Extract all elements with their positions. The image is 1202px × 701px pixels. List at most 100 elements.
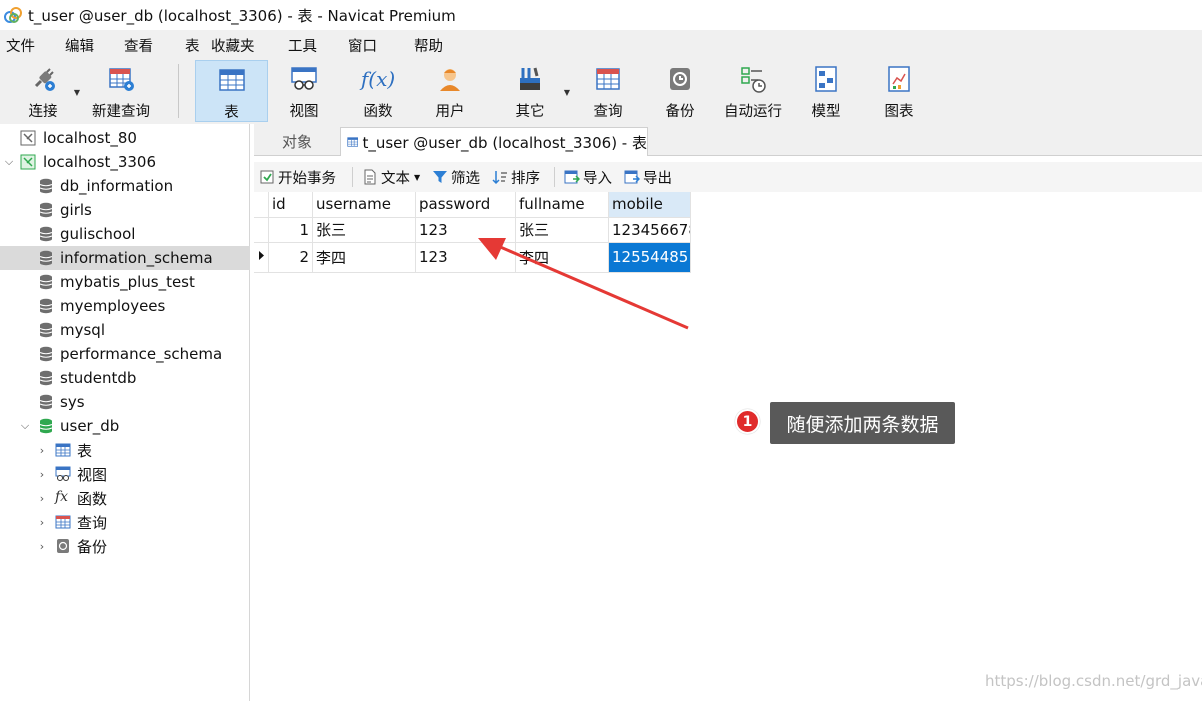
menu-edit[interactable]: 编辑 (65, 35, 94, 56)
database-icon (39, 298, 53, 314)
tree-item-label: localhost_80 (43, 129, 137, 147)
annotation-number-badge: 1 (735, 409, 760, 434)
tree-item-localhost-80[interactable]: localhost_80 (0, 126, 250, 150)
text-button[interactable]: 文本 ▼ (362, 167, 420, 187)
column-header-fullname[interactable]: fullname (515, 192, 609, 218)
tree-item-mybatis-plus-test[interactable]: mybatis_plus_test (0, 270, 250, 294)
database-icon (39, 250, 53, 266)
tab-objects[interactable]: 对象 (254, 127, 340, 156)
tree-item-functions[interactable]: › fx 函数 (0, 486, 250, 510)
connect-button[interactable]: 连接 ▼ (20, 60, 80, 122)
new-query-icon (106, 64, 136, 94)
menu-tools[interactable]: 工具 (288, 35, 317, 56)
tree-item-label: girls (60, 201, 92, 219)
chevron-down-icon[interactable]: ▼ (74, 88, 80, 97)
tab-t-user[interactable]: t_user @user_db (localhost_3306) - 表 (340, 127, 648, 156)
chevron-right-icon[interactable]: › (36, 444, 48, 457)
row-marker-header (254, 192, 269, 218)
tree-item-label: 查询 (77, 513, 108, 532)
new-query-button[interactable]: 新建查询 (88, 60, 154, 122)
database-icon (39, 322, 53, 338)
chevron-right-icon[interactable]: › (36, 468, 48, 481)
text-label: 文本 (381, 170, 410, 187)
import-button[interactable]: 导入 (564, 167, 612, 187)
tree-item-myemployees[interactable]: myemployees (0, 294, 250, 318)
tree-item-label: studentdb (60, 369, 137, 387)
tree-item-label: sys (60, 393, 85, 411)
chevron-down-icon[interactable]: ▼ (414, 173, 420, 182)
table-button[interactable]: 表 (195, 60, 268, 122)
cell-id[interactable]: 1 (268, 217, 313, 243)
menu-favorites[interactable]: 收藏夹 (211, 35, 255, 56)
current-row-marker[interactable] (254, 242, 269, 273)
tree-item-sys[interactable]: sys (0, 390, 250, 414)
tree-item-db-information[interactable]: db_information (0, 174, 250, 198)
chevron-down-icon[interactable]: ⌵ (19, 419, 31, 432)
menu-view[interactable]: 查看 (124, 35, 153, 56)
view-button[interactable]: 视图 (275, 60, 333, 122)
column-header-id[interactable]: id (268, 192, 313, 218)
tree-item-queries[interactable]: › 查询 (0, 510, 250, 534)
query-button[interactable]: 查询 (580, 60, 636, 122)
chevron-right-icon[interactable]: › (36, 492, 48, 505)
menu-bar: 文件 编辑 查看 表 收藏夹 工具 窗口 帮助 (0, 30, 1202, 58)
table-icon (217, 65, 247, 95)
column-header-mobile[interactable]: mobile (608, 192, 691, 218)
toolbar-divider (352, 167, 353, 187)
tree-item-user-db[interactable]: ⌵ user_db (0, 414, 250, 438)
sort-button[interactable]: 排序 (492, 167, 540, 187)
user-button[interactable]: 用户 (422, 60, 478, 122)
tree-item-label: performance_schema (60, 345, 223, 363)
backup-button[interactable]: 备份 (652, 60, 708, 122)
tree-item-information-schema[interactable]: information_schema (0, 246, 250, 270)
chevron-right-icon[interactable]: › (36, 516, 48, 529)
column-header-password[interactable]: password (415, 192, 516, 218)
tree-item-localhost-3306[interactable]: ⌵ localhost_3306 (0, 150, 250, 174)
database-icon (39, 346, 53, 362)
menu-help[interactable]: 帮助 (414, 35, 443, 56)
tree-item-gulischool[interactable]: gulischool (0, 222, 250, 246)
window-title: t_user @user_db (localhost_3306) - 表 - N… (28, 6, 456, 25)
tree-item-views[interactable]: › 视图 (0, 462, 250, 486)
chevron-down-icon[interactable]: ⌵ (3, 155, 15, 168)
tree-item-tables[interactable]: › 表 (0, 438, 250, 462)
filter-button[interactable]: 筛选 (432, 167, 480, 187)
database-icon (39, 226, 53, 242)
tree-item-performance-schema[interactable]: performance_schema (0, 342, 250, 366)
chart-button[interactable]: 图表 (872, 60, 926, 122)
import-icon (564, 170, 580, 184)
cell-username[interactable]: 张三 (312, 217, 416, 243)
function-icon: fx (55, 489, 69, 505)
model-button[interactable]: 模型 (800, 60, 852, 122)
view-icon (289, 64, 319, 94)
column-header-username[interactable]: username (312, 192, 416, 218)
begin-transaction-button[interactable]: 开始事务 (259, 167, 336, 187)
tree-item-studentdb[interactable]: studentdb (0, 366, 250, 390)
tab-t-user-label: t_user @user_db (localhost_3306) - 表 (362, 133, 647, 152)
chevron-right-icon[interactable]: › (36, 540, 48, 553)
auto-run-icon (738, 64, 768, 94)
export-button[interactable]: 导出 (624, 167, 672, 187)
import-label: 导入 (583, 170, 612, 187)
tree-item-girls[interactable]: girls (0, 198, 250, 222)
transaction-icon (260, 170, 274, 184)
menu-file[interactable]: 文件 (6, 35, 35, 56)
menu-table[interactable]: 表 (185, 35, 200, 56)
query-icon (55, 515, 71, 529)
database-icon (39, 178, 53, 194)
row-marker[interactable] (254, 217, 269, 243)
sort-icon (492, 171, 507, 185)
tree-item-label: 表 (77, 441, 93, 460)
function-button[interactable]: f(x) 函数 (350, 60, 406, 122)
annotation-arrow (478, 238, 689, 330)
chevron-down-icon[interactable]: ▼ (564, 88, 570, 97)
menu-window[interactable]: 窗口 (348, 35, 377, 56)
cell-username[interactable]: 李四 (312, 242, 416, 273)
tree-item-mysql[interactable]: mysql (0, 318, 250, 342)
tree-item-backups[interactable]: › 备份 (0, 534, 250, 558)
model-label: 模型 (811, 104, 841, 120)
cell-id[interactable]: 2 (268, 242, 313, 273)
tree-item-label: db_information (60, 177, 174, 195)
other-button[interactable]: 其它 ▼ (504, 60, 570, 122)
auto-run-button[interactable]: 自动运行 (720, 60, 786, 122)
